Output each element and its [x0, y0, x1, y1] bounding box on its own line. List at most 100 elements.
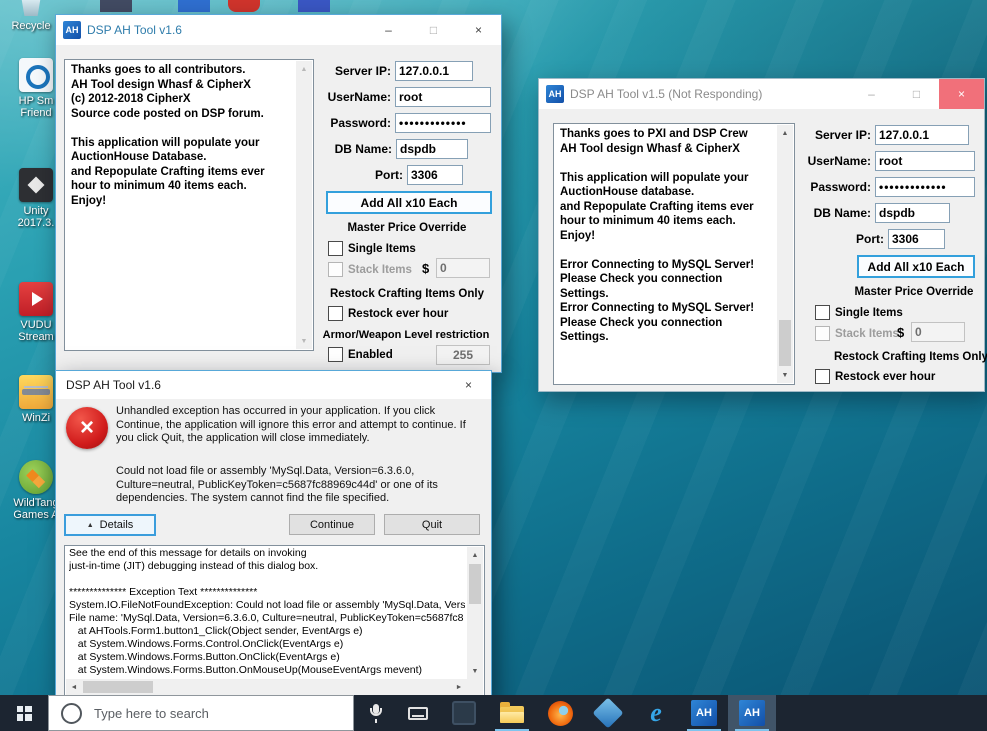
partial-desktop-icon[interactable]: [298, 0, 330, 12]
master-price-input[interactable]: [436, 258, 490, 278]
scroll-up-arrow[interactable]: ▲: [777, 125, 793, 141]
ah-tool-icon: AH: [691, 700, 717, 726]
enabled-checkbox[interactable]: Enabled: [328, 347, 393, 362]
port-input[interactable]: [888, 229, 945, 249]
partial-desktop-icon[interactable]: [228, 0, 260, 12]
search-input[interactable]: [92, 705, 326, 722]
master-price-input[interactable]: [911, 322, 965, 342]
unhandled-exception-dialog: DSP AH Tool v1.6 × × Unhandled exception…: [55, 370, 492, 702]
scroll-right-arrow[interactable]: ►: [451, 679, 467, 695]
username-input[interactable]: [875, 151, 975, 171]
server-ip-input[interactable]: [875, 125, 969, 145]
win2-titlebar[interactable]: AH DSP AH Tool v1.5 (Not Responding) – □…: [539, 79, 984, 109]
password-input[interactable]: [395, 113, 491, 133]
password-input[interactable]: [875, 177, 975, 197]
details-textbox[interactable]: See the end of this message for details …: [64, 545, 485, 697]
taskbar-ah-tool-2[interactable]: AH: [728, 695, 776, 731]
error-x-glyph: ×: [80, 416, 94, 440]
taskbar-search-box[interactable]: [48, 695, 354, 731]
db-name-label: DB Name:: [814, 206, 871, 220]
details-button[interactable]: ▲ Details: [64, 514, 156, 536]
win1-titlebar[interactable]: AH DSP AH Tool v1.6 – □ ×: [56, 15, 501, 45]
checkbox-box: [328, 347, 343, 362]
scroll-up-arrow[interactable]: ▲: [467, 547, 483, 563]
restock-checkbox[interactable]: Restock ever hour: [815, 369, 935, 384]
port-label: Port:: [856, 232, 884, 246]
desktop-icon-label: Recycle: [11, 20, 50, 32]
win1-body: Thanks goes to all contributors. AH Tool…: [56, 45, 501, 372]
info-text: Thanks goes to all contributors. AH Tool…: [71, 63, 292, 347]
microphone-button[interactable]: [356, 695, 396, 731]
win2-body: Thanks goes to PXI and DSP Crew AH Tool …: [539, 109, 984, 391]
info-textbox[interactable]: Thanks goes to PXI and DSP Crew AH Tool …: [553, 123, 795, 385]
checkbox-label: Stack Items: [835, 328, 899, 340]
hp-icon: [19, 58, 53, 92]
stack-items-checkbox[interactable]: Stack Items: [328, 262, 412, 277]
armor-level-input[interactable]: [436, 345, 490, 365]
dollar-sign: $: [422, 261, 429, 276]
single-items-checkbox[interactable]: Single Items: [328, 241, 416, 256]
port-label: Port:: [375, 168, 403, 182]
scroll-up-arrow[interactable]: ▲: [296, 61, 312, 77]
scrollbar-thumb[interactable]: [83, 681, 153, 693]
partial-desktop-icon[interactable]: [178, 0, 210, 12]
scroll-left-arrow[interactable]: ◄: [66, 679, 82, 695]
close-button[interactable]: ×: [446, 371, 491, 399]
port-input[interactable]: [407, 165, 463, 185]
taskbar-media-app[interactable]: [584, 695, 632, 731]
taskbar-ah-tool-1[interactable]: AH: [680, 695, 728, 731]
checkbox-box: [328, 262, 343, 277]
checkbox-box: [328, 241, 343, 256]
username-row: UserName:: [808, 151, 975, 171]
windows-logo-icon: [17, 706, 32, 721]
start-button[interactable]: [0, 695, 48, 731]
win2-caption-buttons: – □ ×: [849, 79, 984, 109]
taskbar-pinned-app[interactable]: [440, 695, 488, 731]
taskbar-file-explorer[interactable]: [488, 695, 536, 731]
scrollbar[interactable]: ▲ ▼: [296, 61, 312, 349]
scroll-down-arrow[interactable]: ▼: [777, 367, 793, 383]
partial-desktop-icon[interactable]: [100, 0, 132, 12]
db-name-input[interactable]: [875, 203, 950, 223]
close-button[interactable]: ×: [939, 79, 984, 109]
unity-icon: [19, 168, 53, 202]
minimize-button[interactable]: –: [366, 15, 411, 45]
master-price-title: Master Price Override: [839, 286, 987, 298]
scrollbar-corner: [467, 679, 483, 695]
scrollbar-thumb[interactable]: [469, 564, 481, 604]
continue-button[interactable]: Continue: [289, 514, 375, 535]
horizontal-scrollbar[interactable]: ◄ ►: [66, 679, 467, 695]
touch-keyboard-button[interactable]: [398, 695, 438, 731]
db-name-input[interactable]: [396, 139, 468, 159]
single-items-checkbox[interactable]: Single Items: [815, 305, 903, 320]
add-all-button[interactable]: Add All x10 Each: [326, 191, 492, 214]
scrollbar-thumb[interactable]: [779, 320, 791, 366]
scroll-down-arrow[interactable]: ▼: [296, 333, 312, 349]
server-ip-input[interactable]: [395, 61, 473, 81]
restock-checkbox[interactable]: Restock ever hour: [328, 306, 448, 321]
scroll-down-arrow[interactable]: ▼: [467, 663, 483, 679]
close-button[interactable]: ×: [456, 15, 501, 45]
vertical-scrollbar[interactable]: ▲ ▼: [467, 547, 483, 679]
scrollbar[interactable]: ▲ ▼: [777, 125, 793, 383]
taskbar-edge[interactable]: e: [632, 695, 680, 731]
dialog-titlebar[interactable]: DSP AH Tool v1.6 ×: [56, 371, 491, 399]
taskbar-firefox[interactable]: [536, 695, 584, 731]
stack-items-checkbox[interactable]: Stack Items: [815, 326, 899, 341]
username-input[interactable]: [395, 87, 491, 107]
minimize-button[interactable]: –: [849, 79, 894, 109]
microphone-icon: [369, 704, 383, 723]
desktop-icon-label: VUDU Stream: [18, 319, 53, 343]
add-all-button[interactable]: Add All x10 Each: [857, 255, 975, 278]
desktop-icon-recycle-bin[interactable]: Recycle: [2, 0, 60, 32]
ah-app-icon: AH: [63, 21, 81, 39]
maximize-button[interactable]: □: [894, 79, 939, 109]
desktop-icon-label: WildTang Games A: [13, 497, 58, 521]
info-textbox[interactable]: Thanks goes to all contributors. AH Tool…: [64, 59, 314, 351]
details-text: See the end of this message for details …: [69, 547, 465, 678]
quit-button[interactable]: Quit: [384, 514, 480, 535]
checkbox-label: Restock ever hour: [835, 371, 935, 383]
username-row: UserName:: [328, 87, 491, 107]
maximize-button[interactable]: □: [411, 15, 456, 45]
username-label: UserName:: [808, 154, 871, 168]
